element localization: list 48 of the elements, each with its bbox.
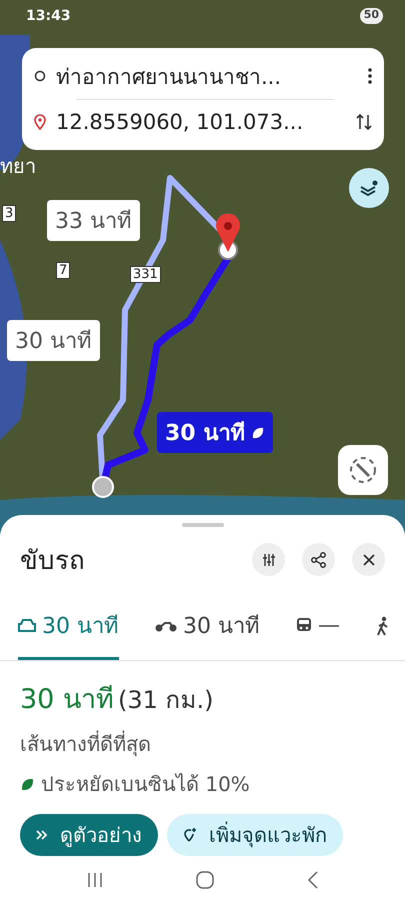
- road-shield: 3: [2, 205, 16, 222]
- preview-button[interactable]: ดูตัวอย่าง: [20, 814, 158, 856]
- sliders-icon: [262, 552, 276, 566]
- fuel-saving-note: ประหยัดเบนซินได้ 10%: [41, 771, 250, 798]
- layers-button[interactable]: [349, 168, 389, 208]
- back-icon[interactable]: [306, 871, 318, 889]
- drag-handle[interactable]: [182, 523, 224, 527]
- route-note: เส้นทางที่ดีที่สุด: [20, 730, 152, 758]
- satellite-map[interactable]: ทยา 3 7 331 33 นาที 30 นาที 30 นาที 13:43 50 ท่าอากาศยานนานาชา... 12.8559060, 101.073...: [0, 0, 405, 535]
- double-chevron-icon: [36, 830, 48, 840]
- place-label: ทยา: [0, 153, 36, 180]
- compass-icon: [348, 455, 378, 485]
- travel-mode-tab[interactable]: —: [296, 600, 340, 660]
- close-icon: [362, 554, 374, 566]
- recent-apps-icon[interactable]: [86, 872, 102, 888]
- add-stop-button[interactable]: เพิ่มจุดแวะพัก: [167, 814, 343, 856]
- walking-person-icon: [376, 616, 390, 636]
- route-time-text: 33 นาที: [55, 208, 132, 236]
- status-time: 13:43: [26, 8, 71, 24]
- battery-level: 50: [360, 8, 383, 24]
- route-time-label[interactable]: 30 นาที: [7, 320, 100, 361]
- swap-arrows-icon[interactable]: [356, 112, 372, 131]
- more-options-icon[interactable]: [368, 68, 372, 84]
- route-time-label[interactable]: 30 นาที: [157, 412, 274, 453]
- pin-plus-icon: [183, 827, 197, 843]
- travel-mode-tab[interactable]: 30 นาที: [18, 600, 119, 660]
- route-time-text: 30 นาที: [165, 420, 246, 448]
- home-icon[interactable]: [196, 871, 214, 889]
- compass-button[interactable]: [338, 445, 388, 495]
- road-shield: 331: [130, 266, 161, 283]
- route-time-label[interactable]: 33 นาที: [47, 200, 140, 241]
- share-icon: [310, 552, 326, 568]
- origin-field[interactable]: ท่าอากาศยานนานาชา...: [56, 60, 358, 93]
- leaf-icon: [20, 776, 35, 792]
- sheet-title: ขับรถ: [20, 545, 86, 578]
- share-button[interactable]: [302, 543, 335, 576]
- location-pin-icon: [34, 114, 46, 130]
- layers-icon: [359, 179, 379, 197]
- travel-mode-tab[interactable]: 30 นาที: [155, 600, 260, 660]
- road-shield: 7: [56, 262, 70, 279]
- options-button[interactable]: [252, 543, 285, 576]
- origin-circle-icon: [34, 70, 46, 82]
- destination-field[interactable]: 12.8559060, 101.073...: [56, 110, 346, 134]
- route-distance: (31 กม.): [118, 685, 214, 716]
- route-duration: 30 นาที: [20, 683, 114, 717]
- route-time-text: 30 นาที: [15, 328, 92, 356]
- leaf-icon: [251, 426, 266, 440]
- close-button[interactable]: [352, 543, 385, 576]
